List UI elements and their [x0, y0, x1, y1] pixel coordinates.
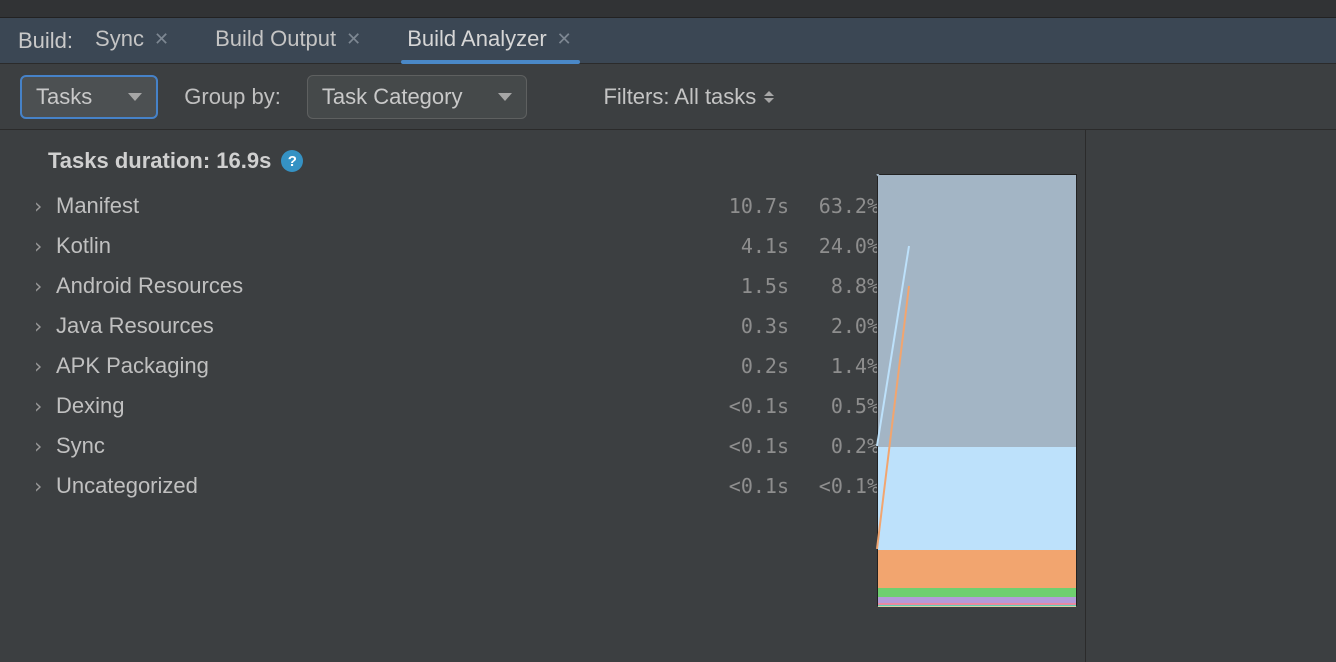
tab-sync[interactable]: Sync ✕ [93, 20, 171, 62]
task-percent: 24.0% [797, 234, 887, 258]
duration-text: Tasks duration: 16.9s [48, 148, 271, 174]
chevron-right-icon[interactable]: › [24, 314, 52, 338]
task-percent: 63.2% [797, 194, 887, 218]
task-duration: 4.1s [697, 234, 797, 258]
panel-label: Build: [18, 28, 73, 54]
task-duration: 10.7s [697, 194, 797, 218]
close-icon[interactable]: ✕ [346, 30, 361, 48]
group-by-value: Task Category [322, 84, 463, 110]
group-by-dropdown[interactable]: Task Category [307, 75, 528, 119]
task-duration: 0.2s [697, 354, 797, 378]
tab-build-output[interactable]: Build Output ✕ [213, 20, 363, 62]
task-duration: 1.5s [697, 274, 797, 298]
task-percent: 2.0% [797, 314, 887, 338]
task-percent: 0.5% [797, 394, 887, 418]
chevron-right-icon[interactable]: › [24, 194, 52, 218]
tasks-duration-header: Tasks duration: 16.9s ? [48, 148, 1085, 174]
task-name: Dexing [52, 393, 697, 419]
task-percent: 8.8% [797, 274, 887, 298]
details-panel [1086, 130, 1336, 662]
chart-segment [878, 447, 1076, 550]
chevron-right-icon[interactable]: › [24, 394, 52, 418]
build-panel-tabs: Build: Sync ✕ Build Output ✕ Build Analyzer ✕ [0, 18, 1336, 64]
task-name: Kotlin [52, 233, 697, 259]
chart-segment [878, 606, 1076, 607]
task-name: APK Packaging [52, 353, 697, 379]
chevron-right-icon[interactable]: › [24, 434, 52, 458]
view-dropdown-value: Tasks [36, 84, 92, 110]
task-duration: <0.1s [697, 394, 797, 418]
analyzer-controls-bar: Tasks Group by: Task Category Filters: A… [0, 64, 1336, 130]
chart-segment [878, 550, 1076, 588]
help-icon[interactable]: ? [281, 150, 303, 172]
window-top-strip [0, 0, 1336, 18]
tab-label: Build Output [215, 26, 336, 52]
chevron-right-icon[interactable]: › [24, 474, 52, 498]
task-name: Manifest [52, 193, 697, 219]
task-duration: 0.3s [697, 314, 797, 338]
chevron-down-icon [498, 93, 512, 101]
sort-icon [764, 91, 774, 103]
task-name: Sync [52, 433, 697, 459]
view-dropdown[interactable]: Tasks [20, 75, 158, 119]
tasks-stacked-bar [877, 174, 1077, 606]
tab-build-analyzer[interactable]: Build Analyzer ✕ [405, 20, 574, 62]
tab-label: Sync [95, 26, 144, 52]
close-icon[interactable]: ✕ [154, 30, 169, 48]
task-percent: 0.2% [797, 434, 887, 458]
tasks-panel: Tasks duration: 16.9s ? ›Manifest10.7s63… [0, 130, 1086, 662]
chart-segment [878, 175, 1076, 447]
chevron-right-icon[interactable]: › [24, 234, 52, 258]
tab-label: Build Analyzer [407, 26, 546, 52]
task-percent: 1.4% [797, 354, 887, 378]
filters-label: Filters: All tasks [603, 84, 756, 110]
chart-segment [878, 588, 1076, 597]
filters-selector[interactable]: Filters: All tasks [603, 84, 774, 110]
task-name: Uncategorized [52, 473, 697, 499]
chevron-right-icon[interactable]: › [24, 274, 52, 298]
chevron-right-icon[interactable]: › [24, 354, 52, 378]
task-name: Java Resources [52, 313, 697, 339]
task-duration: <0.1s [697, 474, 797, 498]
close-icon[interactable]: ✕ [557, 30, 572, 48]
group-by-label: Group by: [184, 84, 281, 110]
task-name: Android Resources [52, 273, 697, 299]
chevron-down-icon [128, 93, 142, 101]
task-percent: <0.1% [797, 474, 887, 498]
task-duration: <0.1s [697, 434, 797, 458]
